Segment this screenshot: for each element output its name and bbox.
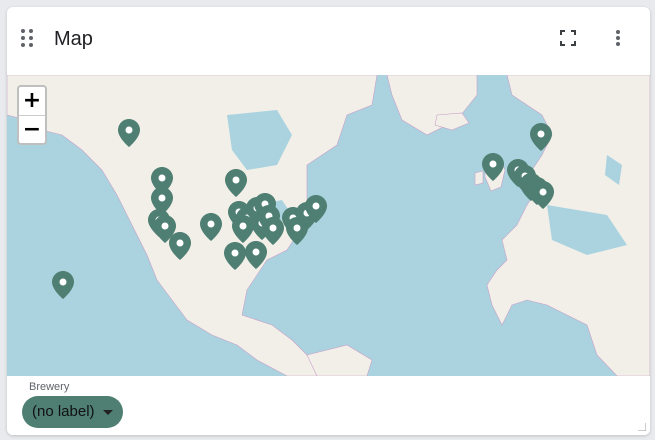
map-pin-icon[interactable] (530, 123, 552, 151)
legend-chip-label: (no label) (32, 403, 95, 420)
chevron-down-icon (102, 409, 113, 415)
map-widget-card: Map + − Brewery (no label) (7, 7, 650, 435)
map-pin-icon[interactable] (200, 213, 222, 241)
map-pin-icon[interactable] (52, 271, 74, 299)
map-pin-icon[interactable] (245, 241, 267, 269)
map-pin-icon[interactable] (224, 242, 246, 270)
zoom-control: + − (17, 85, 47, 145)
fullscreen-icon[interactable] (559, 29, 577, 47)
map-pin-icon[interactable] (305, 195, 327, 223)
map-pin-icon[interactable] (169, 232, 191, 260)
map-pin-icon[interactable] (482, 153, 504, 181)
legend-filter-chip[interactable]: (no label) (22, 396, 123, 428)
zoom-in-button[interactable]: + (19, 87, 45, 115)
drag-handle-icon[interactable] (21, 29, 35, 47)
widget-title: Map (54, 28, 93, 50)
zoom-out-button[interactable]: − (19, 116, 45, 144)
widget-header: Map (7, 7, 650, 75)
map-pin-icon[interactable] (118, 119, 140, 147)
more-vert-icon[interactable] (609, 27, 627, 49)
resize-handle-icon[interactable] (638, 423, 646, 431)
legend-footer: Brewery (no label) (7, 376, 650, 435)
map-pin-icon[interactable] (532, 181, 554, 209)
map-view[interactable]: + − (7, 75, 650, 376)
map-tiles (7, 75, 650, 376)
legend-title: Brewery (29, 381, 70, 393)
map-pin-icon[interactable] (225, 169, 247, 197)
